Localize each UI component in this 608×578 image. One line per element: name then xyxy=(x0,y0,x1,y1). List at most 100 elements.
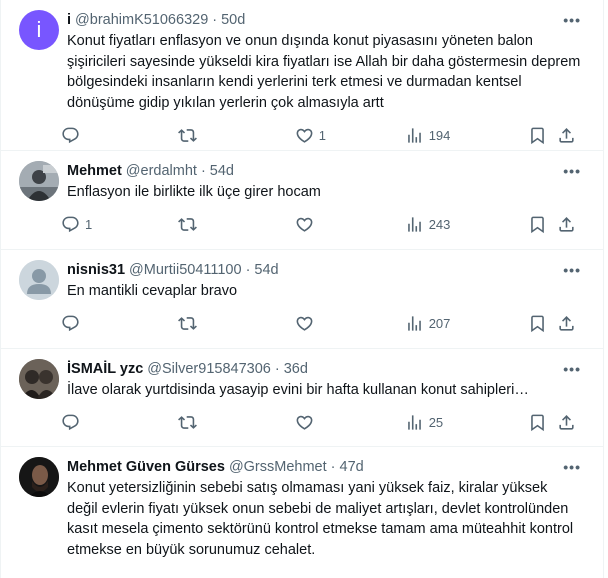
reply-feed: i i @brahimK51066329 · 50d Konut fiyatla… xyxy=(0,0,604,578)
retweet-button[interactable] xyxy=(178,215,295,234)
like-button[interactable]: 1 xyxy=(295,126,405,145)
more-icon[interactable]: ••• xyxy=(563,262,581,278)
timestamp[interactable]: 54d xyxy=(210,162,234,181)
views-icon xyxy=(405,413,424,432)
like-button[interactable] xyxy=(295,413,405,432)
reply-button[interactable] xyxy=(61,413,178,432)
reply-button[interactable] xyxy=(61,126,178,145)
views-count: 25 xyxy=(428,415,444,430)
avatar[interactable] xyxy=(19,457,59,497)
reply-button[interactable] xyxy=(61,314,178,333)
default-avatar-icon xyxy=(19,260,59,300)
action-bar: 25 xyxy=(61,403,581,443)
bookmark-button[interactable] xyxy=(528,215,558,234)
views-icon xyxy=(405,314,424,333)
like-button[interactable] xyxy=(295,215,405,234)
share-icon xyxy=(557,215,576,234)
retweet-button[interactable] xyxy=(178,314,295,333)
separator: · xyxy=(200,162,206,179)
tweet[interactable]: İSMAİL yzc @Silver915847306 · 36d İlave … xyxy=(1,349,603,447)
retweet-icon xyxy=(178,314,197,333)
avatar-letter: i xyxy=(36,17,42,42)
bookmark-icon xyxy=(528,126,547,145)
tweet[interactable]: i i @brahimK51066329 · 50d Konut fiyatla… xyxy=(1,0,603,151)
avatar[interactable] xyxy=(19,260,59,300)
share-button[interactable] xyxy=(557,413,581,432)
handle[interactable]: @GrssMehmet xyxy=(229,458,327,477)
reply-icon xyxy=(61,413,80,432)
timestamp[interactable]: 50d xyxy=(221,11,245,30)
tweet-text: Enflasyon ile birlikte ilk üçe girer hoc… xyxy=(67,184,321,200)
handle[interactable]: @erdalmht xyxy=(126,162,197,181)
more-icon[interactable]: ••• xyxy=(563,163,581,179)
reply-icon xyxy=(61,126,80,145)
tweet-text: Konut yetersizliğinin sebebi satış olmam… xyxy=(67,480,574,558)
more-icon[interactable]: ••• xyxy=(563,361,581,377)
share-icon xyxy=(557,314,576,333)
views-count: 207 xyxy=(428,316,451,331)
handle[interactable]: @brahimK51066329 xyxy=(75,11,208,30)
views-icon xyxy=(405,126,424,145)
display-name[interactable]: Mehmet xyxy=(67,162,122,181)
retweet-icon xyxy=(178,126,197,145)
avatar-photo xyxy=(19,457,59,497)
bookmark-icon xyxy=(528,215,547,234)
separator: · xyxy=(245,261,251,278)
timestamp[interactable]: 36d xyxy=(284,360,308,379)
like-icon xyxy=(295,413,314,432)
retweet-button[interactable] xyxy=(178,413,295,432)
bookmark-button[interactable] xyxy=(528,126,558,145)
like-icon xyxy=(295,126,314,145)
tweet-text: İlave olarak yurtdisinda yasayip evini b… xyxy=(67,382,529,398)
like-button[interactable] xyxy=(295,314,405,333)
share-button[interactable] xyxy=(557,126,581,145)
tweet[interactable]: nisnis31 @Murtii50411100 · 54d En mantik… xyxy=(1,250,603,349)
like-icon xyxy=(295,215,314,234)
avatar-photo xyxy=(19,359,59,399)
tweet[interactable]: Mehmet @erdalmht · 54d Enflasyon ile bir… xyxy=(1,151,603,250)
display-name[interactable]: i xyxy=(67,11,71,30)
reply-icon xyxy=(61,314,80,333)
views-button[interactable]: 243 xyxy=(405,215,528,234)
views-button[interactable]: 207 xyxy=(405,314,528,333)
reply-count: 1 xyxy=(85,217,93,232)
bookmark-icon xyxy=(528,314,547,333)
display-name[interactable]: İSMAİL yzc xyxy=(67,360,143,379)
like-count: 1 xyxy=(318,127,326,143)
bookmark-button[interactable] xyxy=(528,314,558,333)
like-icon xyxy=(295,314,314,333)
avatar-photo xyxy=(19,161,59,201)
handle[interactable]: @Murtii50411100 xyxy=(129,261,242,280)
views-button[interactable]: 25 xyxy=(405,413,528,432)
share-icon xyxy=(557,126,576,145)
reply-icon xyxy=(61,215,80,234)
views-icon xyxy=(405,215,424,234)
share-button[interactable] xyxy=(557,314,581,333)
tweet[interactable]: Mehmet Güven Gürses @GrssMehmet · 47d Ko… xyxy=(1,447,603,578)
bookmark-button[interactable] xyxy=(528,413,558,432)
reply-button[interactable]: 1 xyxy=(61,215,178,234)
tweet-text: En mantikli cevaplar bravo xyxy=(67,283,238,299)
retweet-button[interactable] xyxy=(178,126,295,145)
timestamp[interactable]: 54d xyxy=(254,261,278,280)
display-name[interactable]: Mehmet Güven Gürses xyxy=(67,458,225,477)
action-bar: 1 243 xyxy=(61,205,581,245)
timestamp[interactable]: 47d xyxy=(340,458,364,477)
more-icon[interactable]: ••• xyxy=(563,459,581,475)
share-button[interactable] xyxy=(557,215,581,234)
separator: · xyxy=(330,458,336,475)
retweet-icon xyxy=(178,413,197,432)
avatar[interactable] xyxy=(19,161,59,201)
bookmark-icon xyxy=(528,413,547,432)
more-icon[interactable]: ••• xyxy=(563,12,581,28)
share-icon xyxy=(557,413,576,432)
avatar[interactable] xyxy=(19,359,59,399)
action-bar: 1 194 xyxy=(61,115,581,155)
handle[interactable]: @Silver915847306 xyxy=(147,360,271,379)
views-button[interactable]: 194 xyxy=(405,126,528,145)
tweet-text: Konut fiyatları enflasyon ve onun dışınd… xyxy=(67,33,581,111)
avatar[interactable]: i xyxy=(19,10,59,50)
display-name[interactable]: nisnis31 xyxy=(67,261,125,280)
retweet-icon xyxy=(178,215,197,234)
separator: · xyxy=(274,360,280,377)
